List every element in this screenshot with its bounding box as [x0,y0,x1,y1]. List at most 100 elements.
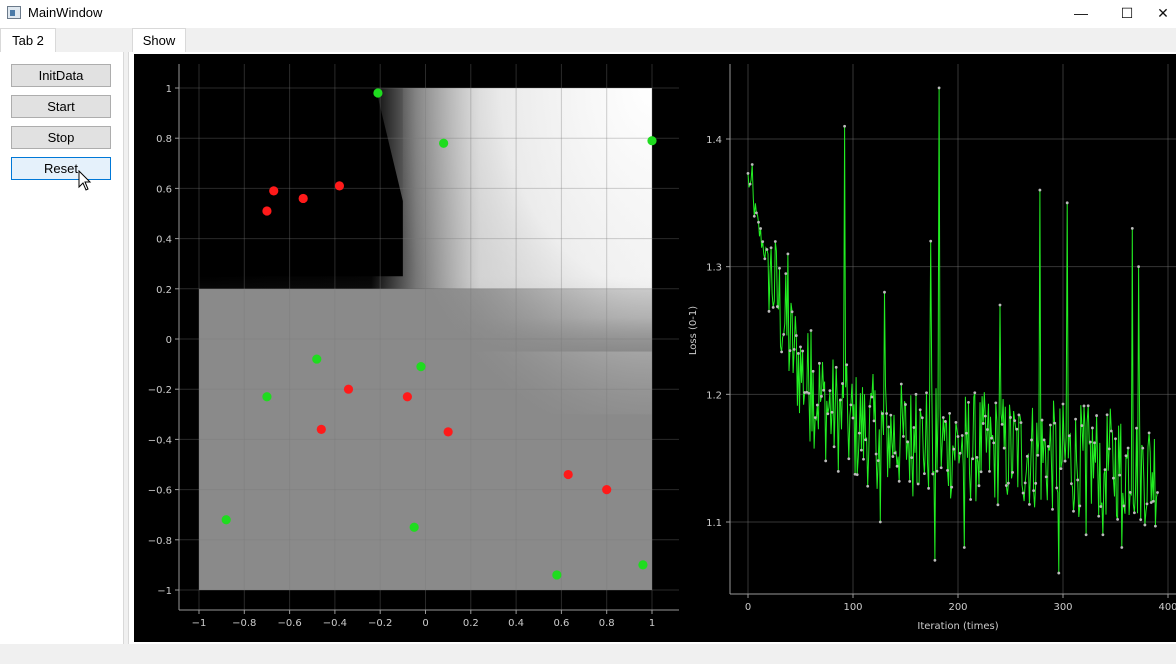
loss-marker [883,290,886,294]
init-data-button[interactable]: InitData [11,64,111,87]
loss-marker [902,435,905,438]
loss-marker [790,310,794,314]
loss-marker [1084,533,1088,537]
loss-marker [1078,504,1082,508]
y-tick-label: 0.2 [156,285,172,296]
red-point [443,427,453,437]
loss-marker [904,403,907,406]
loss-marker [1135,426,1138,430]
green-point [439,138,449,148]
loss-marker [1025,454,1029,458]
loss-marker [746,171,750,175]
loss-marker [885,412,888,415]
loss-marker [778,266,781,270]
loss-marker [1040,418,1044,422]
loss-marker [1086,404,1090,408]
loss-marker [843,124,846,128]
loss-y-tick-label: 1.3 [706,263,722,274]
red-point [316,424,326,434]
loss-marker [916,482,920,486]
loss-marker [1091,426,1094,430]
loss-marker [773,240,777,243]
loss-marker [897,479,901,483]
minimize-button[interactable]: — [1058,0,1104,28]
loss-marker [908,479,912,483]
x-tick-label: −0.4 [323,618,347,629]
loss-marker [765,248,769,251]
loss-marker [1044,475,1048,479]
loss-marker [962,546,966,549]
loss-marker [1065,201,1069,205]
red-point [334,181,345,191]
close-button[interactable]: ✕ [1150,0,1176,28]
loss-marker [1116,517,1119,521]
loss-marker [939,466,943,470]
loss-marker [847,457,851,461]
reset-button[interactable]: Reset [11,157,111,180]
surface-glow [402,88,652,415]
loss-marker [1151,499,1155,503]
loss-marker [986,428,989,431]
stop-button[interactable]: Stop [11,126,111,149]
loss-marker [807,391,811,395]
loss-marker [891,455,895,458]
loss-marker [1059,467,1063,471]
loss-marker [820,394,823,398]
loss-marker [895,464,899,468]
loss-marker [782,333,786,336]
loss-marker [784,272,788,276]
loss-marker [1076,478,1080,482]
y-tick-label: −0.2 [148,385,172,396]
loss-marker [1118,473,1122,477]
loss-marker [1070,482,1073,486]
x-tick-label: 1 [649,618,655,629]
loss-marker [914,392,918,396]
loss-marker [1072,509,1075,513]
loss-marker [786,252,790,256]
loss-marker [788,349,792,353]
loss-marker [998,303,1002,307]
loss-marker [1133,511,1136,515]
loss-marker [1051,507,1054,511]
maximize-button[interactable]: ☐ [1104,0,1150,28]
loss-marker [1107,447,1111,451]
loss-marker [748,182,752,186]
red-point [343,384,354,394]
loss-marker [1120,546,1124,549]
loss-y-tick-label: 1.4 [706,135,722,146]
loss-marker [1002,446,1006,450]
loss-marker [811,369,815,373]
x-tick-label: −0.2 [368,618,392,629]
loss-marker [988,469,991,473]
loss-marker [971,457,975,461]
minimize-icon: — [1074,5,1088,21]
loss-y-tick-label: 1.2 [706,390,722,401]
loss-marker [923,472,926,476]
loss-marker [750,163,754,166]
loss-marker [935,469,939,473]
loss-marker [792,347,796,351]
close-icon: ✕ [1157,5,1169,21]
loss-marker [1053,421,1056,425]
loss-marker [983,414,987,418]
loss-marker [933,558,937,562]
loss-marker [872,419,876,423]
loss-marker [996,503,1000,507]
loss-x-tick-label: 400 [1158,602,1176,613]
loss-marker [910,456,914,460]
loss-marker [755,211,758,215]
x-tick-label: −1 [192,618,207,629]
loss-marker [954,420,958,424]
loss-marker [797,352,800,355]
loss-marker [1099,505,1103,508]
loss-marker [799,345,802,349]
tab-2[interactable]: Tab 2 [0,28,56,52]
start-button[interactable]: Start [11,95,111,118]
tab-show[interactable]: Show [132,28,186,52]
y-tick-label: −0.4 [148,435,172,446]
loss-marker [977,484,981,488]
loss-marker [876,459,880,463]
loss-marker [1057,571,1061,575]
loss-marker [752,214,756,218]
loss-marker [889,413,893,417]
